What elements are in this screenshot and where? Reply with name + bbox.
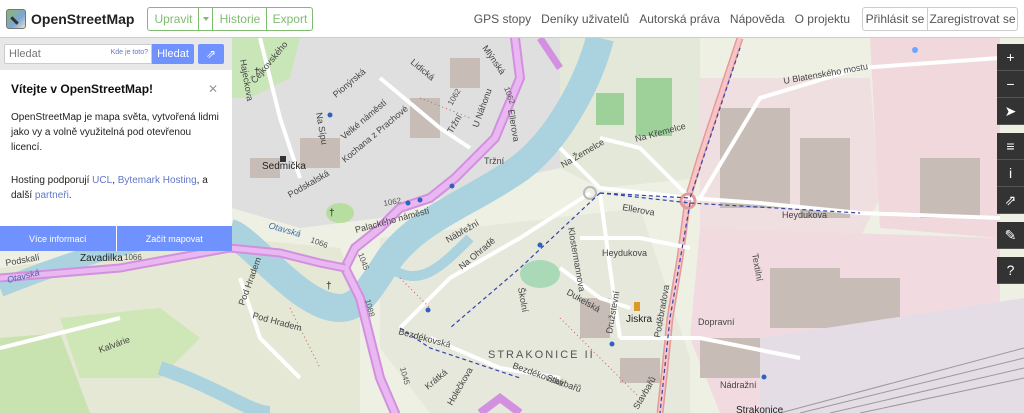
map-label-street: Heydukova — [782, 210, 827, 220]
search-box: Kde je toto? — [4, 44, 152, 64]
poi-marker — [449, 183, 455, 189]
close-icon[interactable]: ✕ — [208, 82, 218, 96]
poi-marker — [425, 307, 431, 313]
hosting-sep: , — [112, 175, 115, 186]
map-key-button[interactable]: i — [997, 160, 1024, 187]
locate-button[interactable]: ➤ — [997, 98, 1024, 125]
zoom-out-button[interactable]: − — [997, 71, 1024, 98]
more-info-button[interactable]: Více informací — [0, 226, 116, 251]
nav-copyright[interactable]: Autorská práva — [639, 12, 720, 26]
add-note-button[interactable]: ✎ — [997, 222, 1024, 249]
hosting-end: . — [68, 190, 72, 201]
osm-logo-icon — [6, 8, 26, 29]
directions-button[interactable]: ⇗ — [198, 44, 224, 64]
map-label-street: Dopravní — [698, 317, 735, 327]
poi-marker — [609, 341, 615, 347]
map-controls: + − ➤ ≡ i ⇗ ✎ ? — [997, 44, 1024, 284]
poi-marker — [405, 200, 411, 206]
partners-link[interactable]: partneři — [35, 190, 69, 201]
edit-button-group: Upravit Historie Export — [147, 6, 314, 31]
info-icon: i — [1008, 165, 1013, 181]
welcome-intro: OpenStreetMap je mapa světa, vytvořená l… — [11, 112, 219, 153]
nav-help[interactable]: Nápověda — [730, 12, 785, 26]
map-label-sedmicka: Sedmička — [262, 161, 306, 172]
layers-icon: ≡ — [1006, 138, 1015, 154]
edit-button[interactable]: Upravit — [147, 6, 200, 31]
locate-icon: ➤ — [1004, 102, 1017, 119]
poi-marker — [417, 197, 423, 203]
church-icon: † — [326, 281, 332, 292]
ucl-link[interactable]: UCL — [92, 175, 112, 186]
hosting-text: Hosting podporují — [11, 175, 90, 186]
sports-pitch — [596, 93, 624, 125]
login-button[interactable]: Přihlásit se — [862, 7, 928, 31]
map-label-town: Strakonice — [736, 405, 784, 413]
map-label-street: Tržní — [484, 156, 505, 166]
query-icon: ? — [1006, 262, 1015, 278]
directions-icon: ⇗ — [205, 47, 217, 61]
sidebar: Kde je toto? Hledat ⇗ Vítejte v OpenStre… — [0, 38, 232, 251]
welcome-hosting: Hosting podporují UCL, Bytemark Hosting,… — [11, 173, 221, 203]
logo[interactable]: OpenStreetMap — [6, 8, 135, 29]
poi-marker — [761, 374, 767, 380]
nav-user-diaries[interactable]: Deníky uživatelů — [541, 12, 629, 26]
map-label-street: Heydukova — [602, 248, 647, 258]
map-label-road: 1066 — [124, 253, 142, 262]
share-icon: ⇗ — [1004, 191, 1017, 208]
search-bar: Kde je toto? Hledat ⇗ — [0, 38, 232, 70]
query-features-button[interactable]: ? — [997, 257, 1024, 284]
start-mapping-button[interactable]: Začít mapovat — [115, 226, 232, 251]
app-title: OpenStreetMap — [31, 10, 135, 27]
note-icon: ✎ — [1004, 226, 1017, 243]
nav-about[interactable]: O projektu — [795, 12, 850, 26]
nav-gps-traces[interactable]: GPS stopy — [474, 12, 531, 26]
edit-dropdown-button[interactable] — [199, 6, 214, 31]
map-label-street: Nádražní — [720, 380, 757, 390]
welcome-panel: Vítejte v OpenStreetMap! ✕ OpenStreetMap… — [0, 70, 232, 226]
welcome-title: Vítejte v OpenStreetMap! — [11, 82, 154, 96]
map-label-zavadilka: Zavadilka — [80, 253, 123, 264]
history-button[interactable]: Historie — [213, 6, 268, 31]
export-button[interactable]: Export — [267, 6, 314, 31]
poi-marker — [327, 112, 333, 118]
poi-marker — [537, 242, 543, 248]
main-nav: GPS stopy Deníky uživatelů Autorská práv… — [474, 12, 850, 26]
layers-button[interactable]: ≡ — [997, 133, 1024, 160]
map-label-jiskra: Jiskra — [626, 314, 653, 325]
park-area — [520, 260, 560, 288]
chevron-down-icon — [202, 16, 209, 21]
auth-buttons: Přihlásit se Zaregistrovat se — [862, 7, 1018, 31]
top-header: OpenStreetMap Upravit Historie Export GP… — [0, 0, 1024, 38]
zoom-in-button[interactable]: + — [997, 44, 1024, 71]
bytemark-link[interactable]: Bytemark Hosting — [118, 175, 197, 186]
share-button[interactable]: ⇗ — [997, 187, 1024, 214]
search-button[interactable]: Hledat — [152, 44, 194, 64]
church-icon: † — [329, 208, 335, 219]
map-label-district: STRAKONICE II — [488, 349, 595, 361]
register-button[interactable]: Zaregistrovat se — [928, 7, 1018, 31]
welcome-buttons: Více informací Začít mapovat — [0, 226, 232, 251]
pub-icon — [634, 302, 640, 311]
poi-marker — [912, 47, 918, 53]
where-is-this-link[interactable]: Kde je toto? — [111, 49, 148, 56]
